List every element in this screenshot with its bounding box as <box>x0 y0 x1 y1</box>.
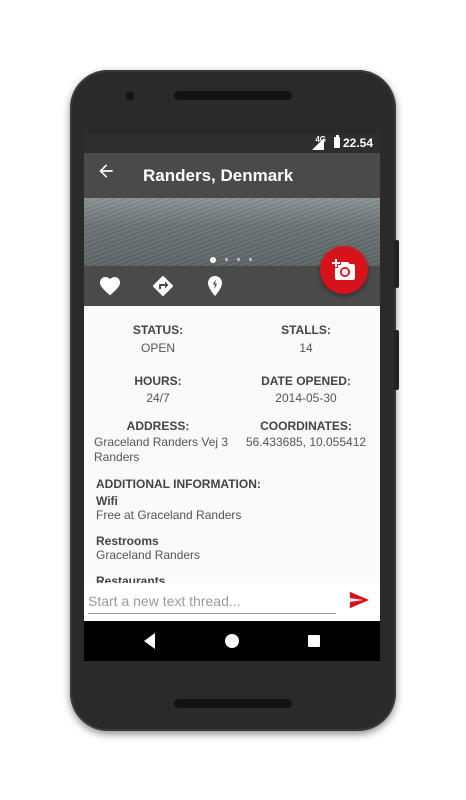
text-thread-input[interactable]: Start a new text thread... <box>88 591 336 614</box>
info-item-title: Wifi <box>96 494 118 508</box>
page-title: Randers, Denmark <box>143 166 294 185</box>
top-speaker-grille <box>174 91 292 100</box>
pager-dot[interactable] <box>210 256 216 263</box>
info-item-title: Restaurants <box>96 574 166 583</box>
send-icon[interactable] <box>348 589 374 615</box>
add-photo-camera-icon <box>332 259 355 280</box>
hours-value: 24/7 <box>146 391 170 405</box>
stalls-label: STALLS: <box>281 323 331 337</box>
gallery-pager <box>210 251 261 263</box>
volume-button <box>394 240 399 288</box>
bottom-speaker-grille <box>174 699 292 708</box>
info-item-value: Free at Graceland Randers <box>96 508 242 522</box>
screen: 4G 22.54 Randers, Denmark STATUS: OPEN S… <box>84 133 380 661</box>
signal-icon <box>312 138 324 150</box>
address-line-1: Graceland Randers Vej 3 <box>94 435 229 449</box>
directions-icon[interactable] <box>151 274 175 298</box>
info-item-title: Restrooms <box>96 534 159 548</box>
address-label: ADDRESS: <box>126 419 190 433</box>
input-placeholder: Start a new text thread... <box>88 593 241 609</box>
heart-icon[interactable] <box>98 274 122 298</box>
date-opened-value: 2014-05-30 <box>275 391 337 405</box>
nav-home-icon[interactable] <box>220 629 244 653</box>
nav-recents-icon[interactable] <box>302 629 326 653</box>
date-opened-label: DATE OPENED: <box>261 374 351 388</box>
front-camera <box>126 92 134 100</box>
status-value: OPEN <box>140 341 175 355</box>
status-bar: 4G 22.54 <box>84 133 380 153</box>
status-label: STATUS: <box>132 323 184 337</box>
hours-label: HOURS: <box>134 374 182 388</box>
coordinates-value: 56.433685, 10.055412 <box>245 435 367 449</box>
clock: 22.54 <box>342 136 373 150</box>
battery-icon <box>334 135 340 148</box>
pin-bolt-icon[interactable] <box>203 274 227 298</box>
nav-back-icon[interactable] <box>138 629 162 653</box>
details-panel: STATUS: OPEN STALLS: 14 HOURS: 24/7 DATE… <box>84 306 380 583</box>
stalls-value: 14 <box>299 341 313 355</box>
power-button <box>394 330 399 390</box>
app-bar: Randers, Denmark <box>84 153 380 198</box>
arrow-left-icon[interactable] <box>96 161 122 189</box>
add-photo-button[interactable] <box>320 246 368 294</box>
additional-info-heading: ADDITIONAL INFORMATION: <box>96 477 261 491</box>
coordinates-label: COORDINATES: <box>260 419 352 433</box>
info-item-value: Graceland Randers <box>96 548 201 562</box>
message-composer: Start a new text thread... <box>84 583 380 621</box>
system-nav-bar <box>84 621 380 661</box>
address-line-2: Randers <box>94 450 140 464</box>
